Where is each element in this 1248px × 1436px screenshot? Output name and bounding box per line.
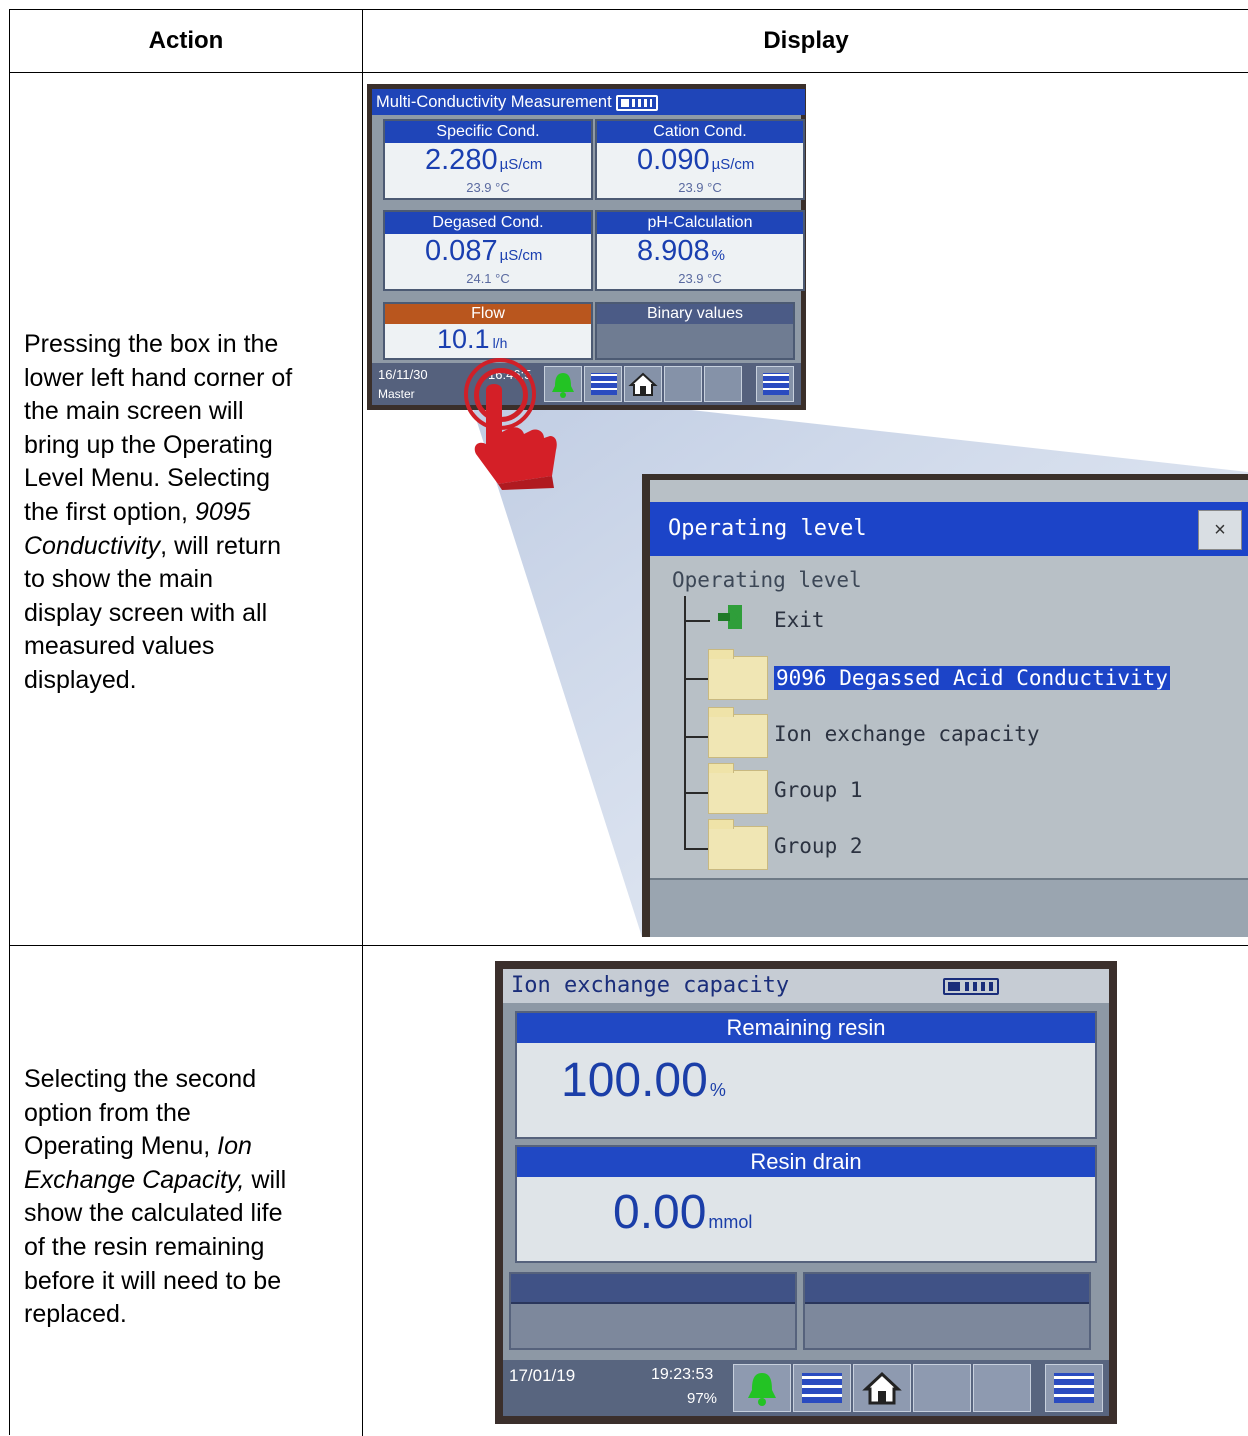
menu-item-group-1[interactable]: Group 1 — [774, 778, 863, 802]
status-role[interactable]: Master — [378, 387, 415, 401]
status-date[interactable]: 17/01/19 — [509, 1366, 575, 1386]
degased-cond-cell[interactable]: Degased Cond. 0.087 µS/cm 24.1 °C — [383, 210, 593, 291]
remaining-resin-cell[interactable]: Remaining resin 100.00% — [515, 1011, 1097, 1139]
cell-temp: 24.1 °C — [466, 271, 510, 286]
status-bar: 16/11/30 Master 16:46:5 — [372, 363, 801, 405]
cell-header: Binary values — [597, 304, 793, 324]
alarm-button[interactable] — [733, 1364, 791, 1412]
operating-level-dialog-photo: Operating level × Operating level Exit 9… — [642, 474, 1248, 937]
cell-header — [805, 1274, 1089, 1304]
cell-value: 2.280 µS/cm — [425, 144, 543, 176]
dialog-title: Operating level — [650, 502, 1248, 556]
status-time: 19:23:53 — [651, 1366, 714, 1383]
cell-header: Cation Cond. — [597, 121, 803, 143]
empty-button[interactable] — [664, 366, 702, 402]
cell-value: 100.00% — [561, 1054, 726, 1107]
battery-icon — [615, 94, 658, 111]
specific-cond-cell[interactable]: Specific Cond. 2.280 µS/cm 23.9 °C — [383, 119, 593, 200]
dialog-footer — [650, 878, 1248, 937]
cell-header: Resin drain — [517, 1147, 1095, 1177]
export-button[interactable] — [756, 366, 794, 402]
main-screen: Multi-Conductivity Measurement Specific … — [372, 89, 805, 405]
tree-line — [684, 736, 710, 738]
status-battery-percent: 97% — [687, 1390, 718, 1407]
tree-line — [684, 596, 686, 848]
export-icon — [763, 373, 789, 395]
operating-level-dialog: Operating level × Operating level Exit 9… — [650, 480, 1248, 937]
cell-header: Degased Cond. — [385, 212, 591, 234]
main-screen-photo: Multi-Conductivity Measurement Specific … — [367, 84, 806, 410]
grid-icon — [591, 373, 617, 395]
empty-button[interactable] — [704, 366, 742, 402]
cell-header: pH-Calculation — [597, 212, 803, 234]
tree-line — [684, 620, 710, 622]
folder-icon — [708, 763, 768, 814]
status-date[interactable]: 16/11/30 — [378, 367, 428, 382]
export-icon — [1054, 1373, 1094, 1403]
empty-cell[interactable] — [803, 1272, 1091, 1350]
folder-icon — [708, 819, 768, 870]
empty-button[interactable] — [973, 1364, 1031, 1412]
cell-value: 0.090 µS/cm — [637, 144, 755, 176]
ion-exchange-screen: Ion exchange capacity Remaining resin 10… — [503, 969, 1109, 1416]
cation-cond-cell[interactable]: Cation Cond. 0.090 µS/cm 23.9 °C — [595, 119, 805, 200]
export-button[interactable] — [1045, 1364, 1103, 1412]
home-button[interactable] — [624, 366, 662, 402]
cell-temp: 23.9 °C — [678, 271, 722, 286]
flow-cell[interactable]: Flow 10.1 l/h — [383, 302, 593, 360]
home-icon — [862, 1371, 902, 1405]
grid-icon — [802, 1373, 842, 1403]
menu-item-group-2[interactable]: Group 2 — [774, 834, 863, 858]
empty-button[interactable] — [913, 1364, 971, 1412]
cell-value: 10.1 l/h — [437, 324, 508, 354]
screen-title: Multi-Conductivity Measurement — [372, 89, 805, 115]
close-icon[interactable]: × — [1198, 510, 1242, 550]
cell-header: Flow — [385, 304, 591, 324]
exit-door-icon — [718, 605, 742, 629]
tree-line — [684, 678, 710, 680]
tree-root-label: Operating level — [672, 568, 862, 592]
cell-value: 0.087 µS/cm — [425, 235, 543, 267]
empty-cell[interactable] — [509, 1272, 797, 1350]
ion-exchange-screen-photo: Ion exchange capacity Remaining resin 10… — [495, 961, 1117, 1424]
cell-header: Remaining resin — [517, 1013, 1095, 1043]
folder-icon — [708, 649, 768, 700]
screen-title: Ion exchange capacity — [503, 969, 1109, 1003]
menu-item-9096-degassed-acid-conductivity[interactable]: 9096 Degassed Acid Conductivity — [774, 666, 1170, 690]
battery-icon — [943, 978, 999, 995]
cell-header: Specific Cond. — [385, 121, 591, 143]
ph-calculation-cell[interactable]: pH-Calculation 8.908% 23.9 °C — [595, 210, 805, 291]
cell-temp: 23.9 °C — [466, 180, 510, 195]
list-button[interactable] — [584, 366, 622, 402]
cell-header — [511, 1274, 795, 1304]
resin-drain-cell[interactable]: Resin drain 0.00 mmol — [515, 1145, 1097, 1263]
hand-pointer-icon — [474, 384, 557, 490]
folder-icon — [708, 707, 768, 758]
cell-value: 0.00 mmol — [613, 1186, 753, 1239]
home-button[interactable] — [853, 1364, 911, 1412]
cell-value: 8.908% — [637, 235, 725, 267]
status-bar: 17/01/19 19:23:53 97% — [503, 1360, 1109, 1416]
menu-item-exit[interactable]: Exit — [774, 608, 825, 632]
menu-item-ion-exchange-capacity[interactable]: Ion exchange capacity — [774, 722, 1040, 746]
cell-temp: 23.9 °C — [678, 180, 722, 195]
list-button[interactable] — [793, 1364, 851, 1412]
bell-icon — [748, 1373, 776, 1406]
tree-line — [684, 792, 710, 794]
binary-values-cell[interactable]: Binary values — [595, 302, 795, 360]
home-icon — [628, 372, 658, 396]
tree-line — [684, 848, 710, 850]
